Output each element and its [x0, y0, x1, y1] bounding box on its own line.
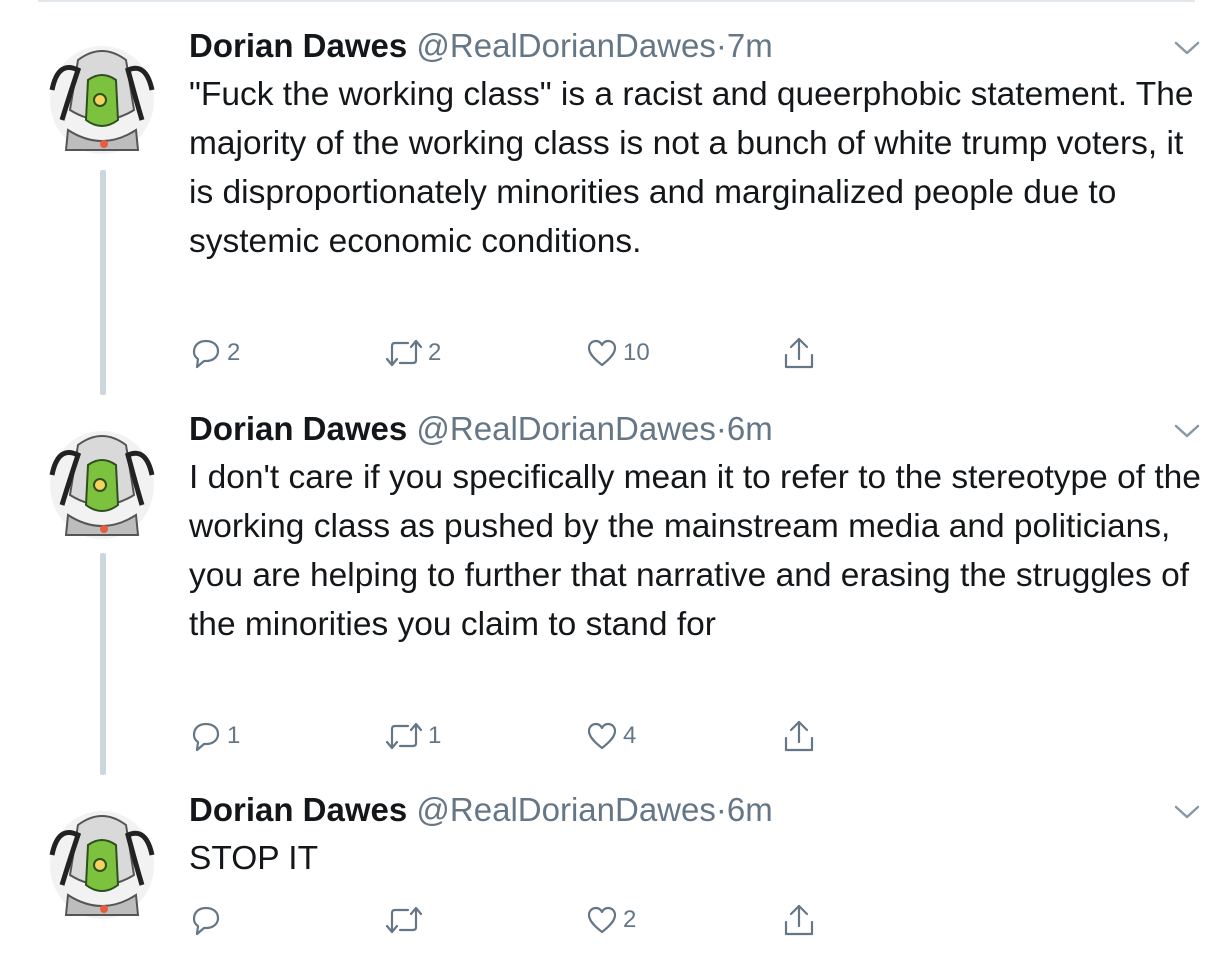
retweet-button[interactable]: 1 — [384, 716, 441, 756]
tweet-text: "Fuck the working class" is a racist and… — [189, 76, 1203, 260]
reply-icon — [192, 722, 220, 752]
tweet-actions: 1 1 4 — [0, 716, 1231, 756]
avatar[interactable] — [38, 40, 166, 156]
user-handle[interactable]: @RealDorianDawes — [416, 27, 715, 64]
tweet-header: Dorian Dawes @RealDorianDawes·7m — [189, 26, 773, 66]
reply-count: 2 — [227, 339, 241, 366]
reply-count: 1 — [227, 722, 241, 749]
reply-button[interactable]: 2 — [189, 333, 240, 373]
user-handle[interactable]: @RealDorianDawes — [416, 791, 715, 828]
share-button[interactable] — [782, 900, 816, 940]
heart-icon — [587, 722, 617, 750]
reply-button[interactable] — [189, 900, 227, 940]
tweet-actions: 2 — [0, 900, 1231, 940]
user-handle[interactable]: @RealDorianDawes — [416, 410, 715, 447]
like-count: 10 — [623, 339, 650, 366]
heart-icon — [587, 339, 617, 367]
retweet-button[interactable]: 2 — [384, 333, 441, 373]
retweet-button[interactable] — [384, 900, 428, 940]
reply-icon — [192, 339, 220, 369]
timestamp[interactable]: 6m — [727, 410, 773, 447]
reply-icon — [192, 906, 220, 936]
like-count: 2 — [623, 906, 637, 933]
avatar-illustration — [49, 46, 155, 154]
like-button[interactable]: 4 — [585, 716, 636, 756]
retweet-icon — [385, 906, 423, 934]
share-icon — [784, 904, 814, 936]
chevron-down-icon[interactable] — [1172, 38, 1202, 58]
retweet-icon — [385, 339, 423, 367]
separator-dot: · — [715, 27, 727, 64]
tweet-header: Dorian Dawes @RealDorianDawes·6m — [189, 409, 773, 449]
display-name[interactable]: Dorian Dawes — [189, 410, 407, 447]
retweet-count: 2 — [428, 339, 442, 366]
display-name[interactable]: Dorian Dawes — [189, 791, 407, 828]
share-icon — [784, 337, 814, 369]
timestamp[interactable]: 7m — [727, 27, 773, 64]
reply-button[interactable]: 1 — [189, 716, 240, 756]
share-button[interactable] — [782, 716, 816, 756]
tweet-text: I don't care if you specifically mean it… — [189, 459, 1211, 643]
like-count: 4 — [623, 722, 637, 749]
tweet-text: STOP IT — [189, 840, 319, 877]
top-divider — [38, 0, 1195, 2]
separator-dot: · — [715, 410, 727, 447]
share-icon — [784, 720, 814, 752]
tweet-header: Dorian Dawes @RealDorianDawes·6m — [189, 790, 773, 830]
like-button[interactable]: 10 — [585, 333, 650, 373]
tweet-actions: 2 2 10 — [0, 333, 1231, 373]
heart-icon — [587, 906, 617, 934]
retweet-count: 1 — [428, 722, 442, 749]
avatar-illustration — [49, 431, 155, 539]
retweet-icon — [385, 722, 423, 750]
chevron-down-icon[interactable] — [1172, 802, 1202, 822]
chevron-down-icon[interactable] — [1172, 421, 1202, 441]
display-name[interactable]: Dorian Dawes — [189, 27, 407, 64]
separator-dot: · — [715, 791, 727, 828]
like-button[interactable]: 2 — [585, 900, 636, 940]
share-button[interactable] — [782, 333, 816, 373]
avatar[interactable] — [38, 425, 166, 541]
timestamp[interactable]: 6m — [727, 791, 773, 828]
